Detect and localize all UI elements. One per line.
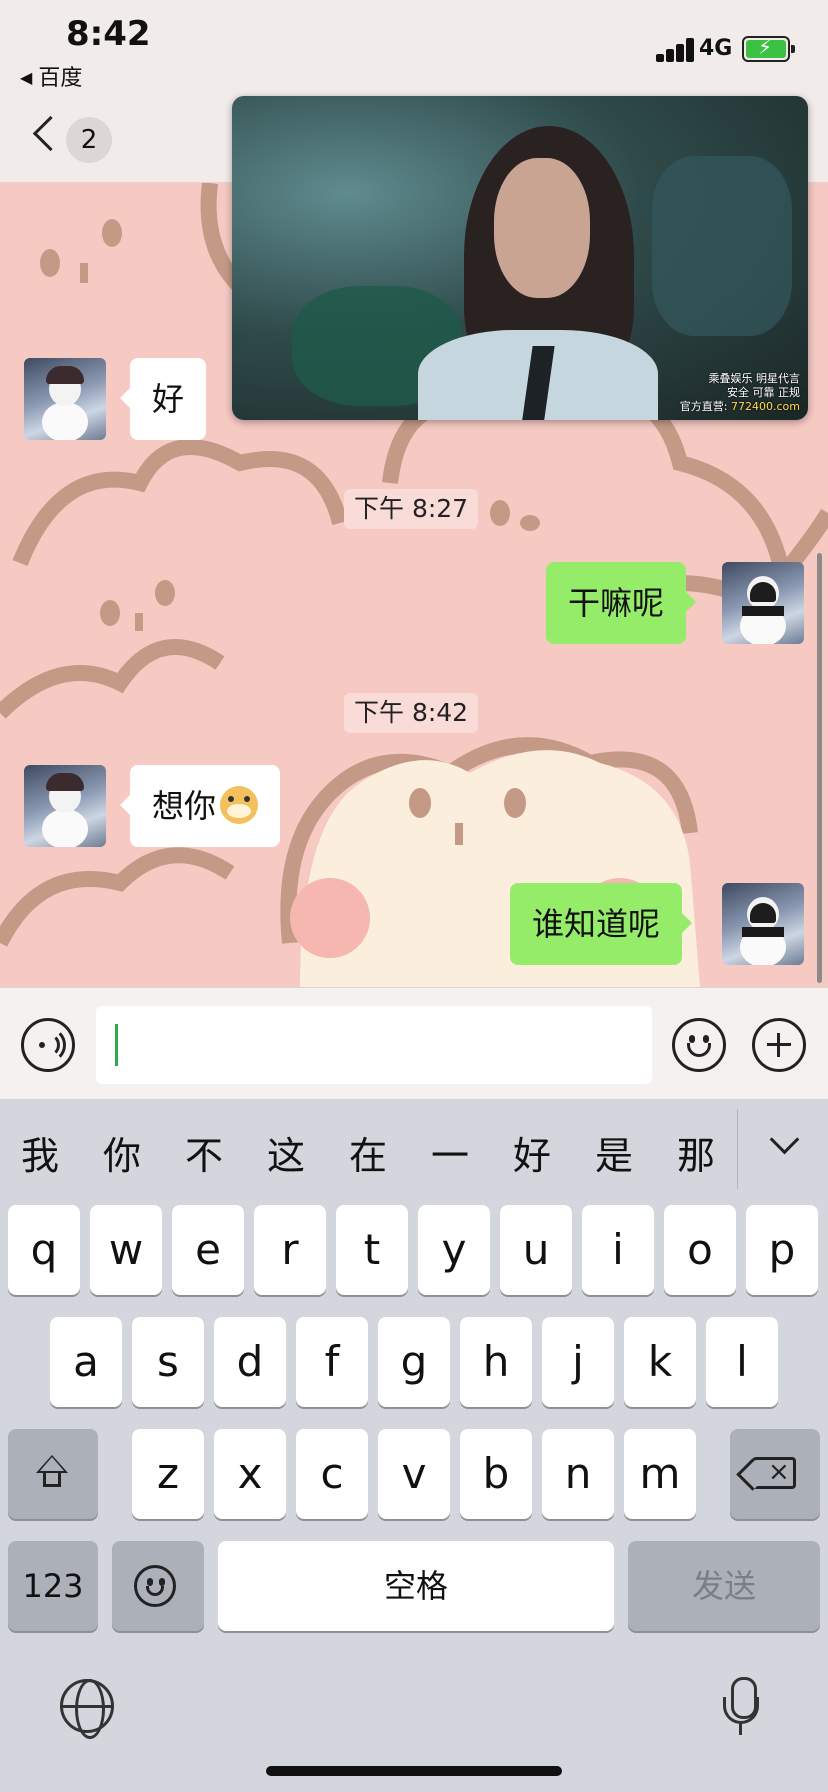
- message-text: 谁知道呢: [532, 905, 661, 943]
- key-v[interactable]: v: [378, 1429, 450, 1519]
- send-key[interactable]: 发送: [628, 1541, 820, 1631]
- message-input-bar: [0, 987, 828, 1099]
- chat-scrollbar[interactable]: [817, 553, 822, 983]
- my-avatar[interactable]: [722, 883, 804, 965]
- candidate-word[interactable]: 是: [586, 1125, 642, 1180]
- key-d[interactable]: d: [214, 1317, 286, 1407]
- key-p[interactable]: p: [746, 1205, 818, 1295]
- key-r[interactable]: r: [254, 1205, 326, 1295]
- home-indicator[interactable]: [266, 1766, 562, 1776]
- key-k[interactable]: k: [624, 1317, 696, 1407]
- contact-avatar[interactable]: [24, 358, 106, 440]
- back-button[interactable]: [28, 115, 58, 155]
- message-text: 好: [152, 380, 185, 418]
- emoji-icon[interactable]: [672, 1018, 726, 1072]
- key-z[interactable]: z: [132, 1429, 204, 1519]
- contact-avatar[interactable]: [24, 765, 106, 847]
- status-time: 8:42: [66, 14, 151, 54]
- key-i[interactable]: i: [582, 1205, 654, 1295]
- status-bar: 8:42 ◀ 百度 4G ⚡: [0, 0, 828, 95]
- signal-icon: [656, 36, 704, 62]
- text-cursor: [115, 1024, 118, 1066]
- globe-icon[interactable]: [60, 1679, 114, 1739]
- space-key[interactable]: 空格: [218, 1541, 614, 1631]
- key-o[interactable]: o: [664, 1205, 736, 1295]
- video-person: [494, 158, 590, 298]
- emoji-icon: [134, 1565, 176, 1607]
- key-f[interactable]: f: [296, 1317, 368, 1407]
- back-triangle-icon: ◀: [20, 68, 33, 87]
- key-w[interactable]: w: [90, 1205, 162, 1295]
- candidate-word[interactable]: 不: [176, 1125, 232, 1180]
- mic-icon[interactable]: [720, 1677, 762, 1739]
- numbers-key[interactable]: 123: [8, 1541, 98, 1631]
- key-c[interactable]: c: [296, 1429, 368, 1519]
- backspace-key[interactable]: ×: [730, 1429, 820, 1519]
- key-e[interactable]: e: [172, 1205, 244, 1295]
- message-bubble-incoming[interactable]: 好: [119, 358, 207, 440]
- floating-video-player[interactable]: 乘叠娱乐 明星代言 安全 可靠 正规 官方直营: 772400.com: [232, 96, 808, 420]
- my-avatar[interactable]: [722, 562, 804, 644]
- candidate-word[interactable]: 那: [668, 1125, 724, 1180]
- message-bubble-outgoing[interactable]: 干嘛呢: [546, 562, 697, 644]
- keyboard: 我 你 不 这 在 一 好 是 那 q w e r t y u i o p a …: [0, 1099, 828, 1792]
- key-s[interactable]: s: [132, 1317, 204, 1407]
- plus-icon[interactable]: [752, 1018, 806, 1072]
- candidate-word[interactable]: 好: [504, 1125, 560, 1180]
- key-m[interactable]: m: [624, 1429, 696, 1519]
- message-input[interactable]: [96, 1006, 652, 1084]
- candidate-word[interactable]: 你: [94, 1125, 150, 1180]
- voice-icon[interactable]: [21, 1018, 75, 1072]
- key-x[interactable]: x: [214, 1429, 286, 1519]
- chevron-down-icon[interactable]: [768, 1129, 798, 1159]
- candidate-word[interactable]: 一: [422, 1125, 478, 1180]
- key-a[interactable]: a: [50, 1317, 122, 1407]
- video-watermark: 乘叠娱乐 明星代言 安全 可靠 正规 官方直营: 772400.com: [679, 372, 800, 413]
- key-u[interactable]: u: [500, 1205, 572, 1295]
- key-h[interactable]: h: [460, 1317, 532, 1407]
- back-to-app-link[interactable]: ◀ 百度: [20, 60, 82, 92]
- dog-face-emoji-icon: [220, 786, 259, 824]
- candidate-word[interactable]: 在: [340, 1125, 396, 1180]
- candidate-bar: 我 你 不 这 在 一 好 是 那: [0, 1099, 828, 1199]
- key-j[interactable]: j: [542, 1317, 614, 1407]
- candidate-word[interactable]: 这: [258, 1125, 314, 1180]
- message-timestamp: 下午 8:42: [344, 693, 479, 733]
- network-type: 4G: [699, 36, 733, 61]
- candidate-word[interactable]: 我: [12, 1125, 68, 1180]
- message-bubble-incoming[interactable]: 想你: [119, 765, 281, 847]
- key-g[interactable]: g: [378, 1317, 450, 1407]
- message-text: 干嘛呢: [568, 584, 665, 622]
- key-l[interactable]: l: [706, 1317, 778, 1407]
- battery-icon: ⚡: [742, 35, 795, 62]
- key-n[interactable]: n: [542, 1429, 614, 1519]
- back-app-label: 百度: [38, 66, 83, 91]
- unread-count-badge[interactable]: 2: [66, 117, 112, 163]
- shift-key[interactable]: [8, 1429, 98, 1519]
- message-bubble-outgoing[interactable]: 谁知道呢: [510, 883, 693, 965]
- key-q[interactable]: q: [8, 1205, 80, 1295]
- key-b[interactable]: b: [460, 1429, 532, 1519]
- message-text: 想你: [152, 787, 217, 825]
- message-timestamp: 下午 8:27: [344, 489, 479, 529]
- emoji-key[interactable]: [112, 1541, 204, 1631]
- key-t[interactable]: t: [336, 1205, 408, 1295]
- key-y[interactable]: y: [418, 1205, 490, 1295]
- charging-bolt-icon: ⚡: [758, 35, 773, 59]
